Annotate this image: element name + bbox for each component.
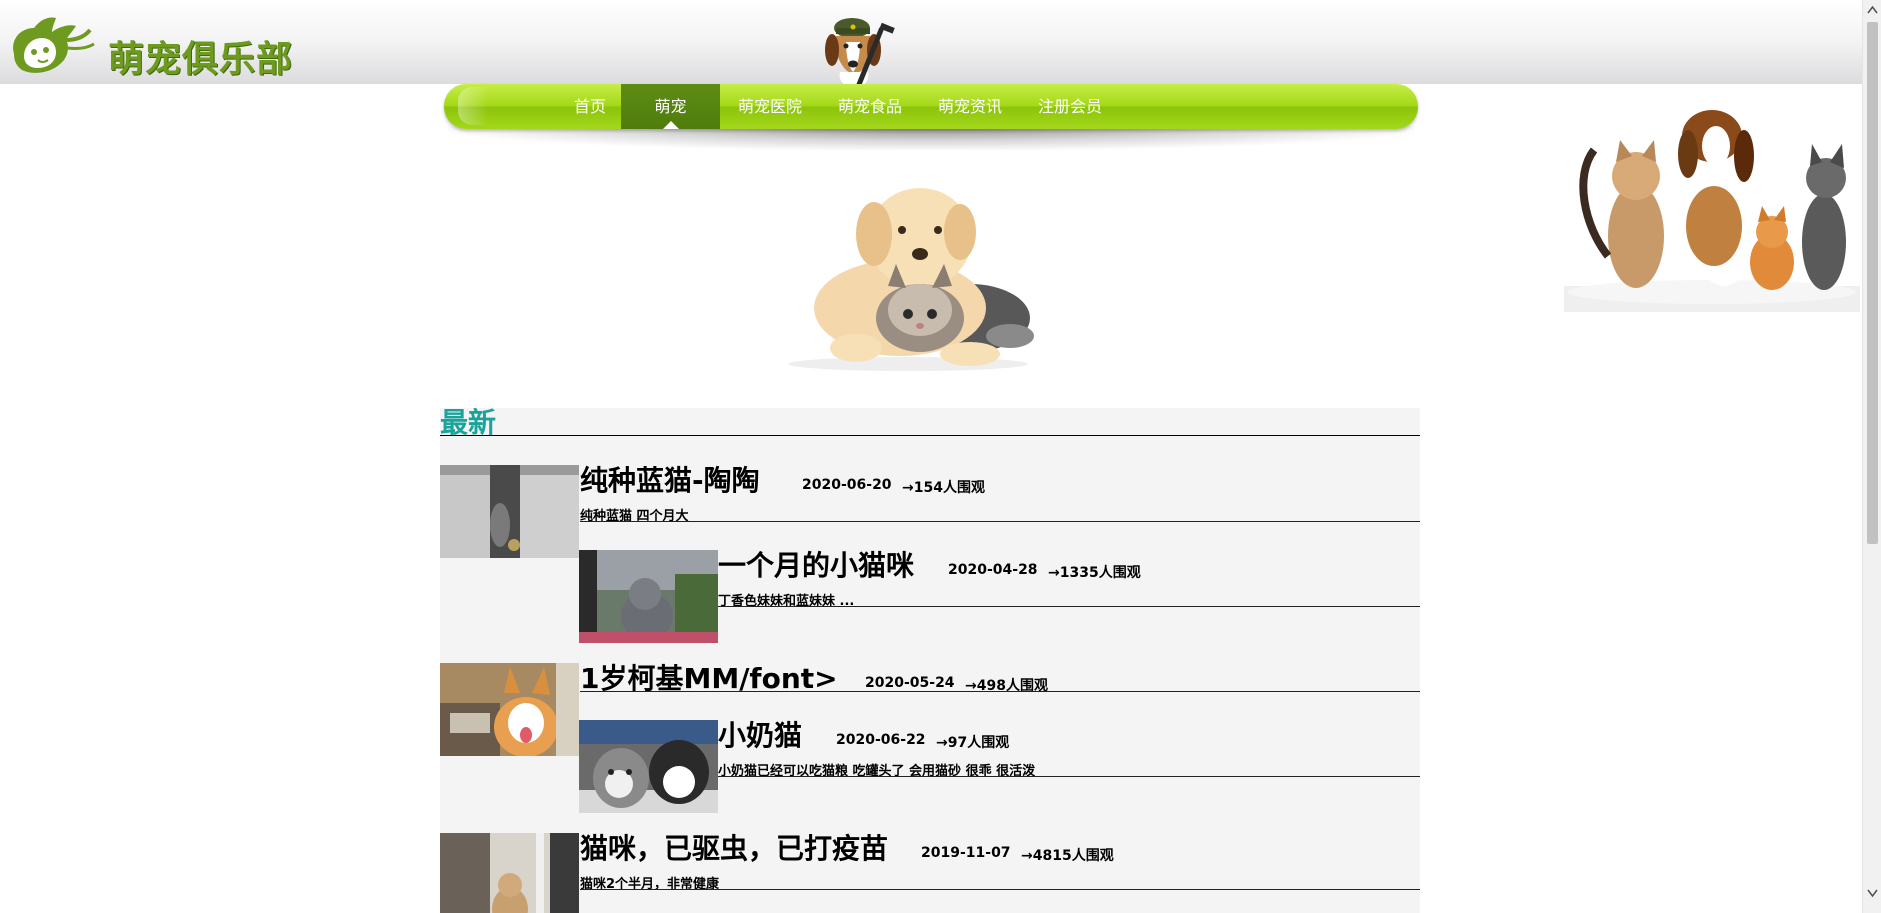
entry-5-thumbnail[interactable] — [440, 833, 579, 913]
entry-4-date: 2020-06-22 — [836, 732, 926, 748]
logo-text: 萌宠俱乐部 — [108, 38, 294, 80]
entry-1-divider — [580, 521, 1420, 522]
entry-1-thumbnail[interactable] — [440, 465, 579, 558]
chevron-down-icon[interactable] — [1865, 885, 1880, 901]
entry-5-views: →4815人围观 — [1021, 848, 1114, 864]
entry-2-divider — [718, 606, 1420, 607]
nav-item-hospital[interactable]: 萌宠医院 — [720, 84, 820, 129]
nav-item-news[interactable]: 萌宠资讯 — [920, 84, 1020, 129]
entry-4-divider — [718, 776, 1420, 777]
news-panel: 最新 纯种蓝猫-陶陶 2020-06-20 →154人围观 纯种蓝猫 四个月大 — [440, 408, 1420, 913]
vertical-scrollbar[interactable] — [1862, 0, 1881, 913]
entry-1-views: →154人围观 — [902, 480, 985, 496]
nav-cap — [458, 87, 488, 125]
entry-3-views: →498人围观 — [965, 678, 1048, 694]
beagle-soldier-icon — [824, 8, 904, 90]
site-logo[interactable]: 萌宠俱乐部 — [4, 10, 304, 80]
hero-puppy-kitten-image — [770, 168, 1046, 372]
entry-2-title[interactable]: 一个月的小猫咪 — [718, 544, 914, 584]
header-bar: 萌宠俱乐部 — [0, 0, 1862, 88]
scrollbar-thumb[interactable] — [1867, 22, 1878, 544]
nav-item-food[interactable]: 萌宠食品 — [820, 84, 920, 129]
entry-3-date: 2020-05-24 — [865, 675, 955, 691]
entry-5-divider — [580, 889, 1420, 890]
entry-2-views: →1335人围观 — [1048, 565, 1141, 581]
entry-2-thumbnail[interactable] — [579, 550, 718, 643]
entry-5-date: 2019-11-07 — [921, 845, 1011, 861]
side-cats-dog-image — [1564, 106, 1860, 312]
entry-3-thumbnail[interactable] — [440, 663, 579, 756]
nav-item-register[interactable]: 注册会员 — [1020, 84, 1120, 129]
page: 萌宠俱乐部 首页 萌宠 萌宠医院 萌宠食品 萌宠资讯 注册会员 最新 纯种蓝猫-… — [0, 0, 1881, 913]
entry-4-thumbnail[interactable] — [579, 720, 718, 813]
entry-5-title[interactable]: 猫咪，已驱虫，已打疫苗 — [580, 827, 888, 867]
cat-dog-logo-icon — [13, 17, 95, 73]
news-heading: 最新 — [440, 408, 1420, 438]
entry-1-title[interactable]: 纯种蓝猫-陶陶 — [580, 459, 760, 499]
entry-4-views: →97人围观 — [936, 735, 1010, 751]
nav-shadow — [448, 126, 1414, 150]
entry-3-divider — [580, 691, 1420, 692]
entry-2-date: 2020-04-28 — [948, 562, 1038, 578]
chevron-up-icon[interactable] — [1865, 2, 1880, 18]
nav-item-pets[interactable]: 萌宠 — [621, 84, 720, 129]
main-nav: 首页 萌宠 萌宠医院 萌宠食品 萌宠资讯 注册会员 — [444, 84, 1418, 129]
entry-1-date: 2020-06-20 — [802, 477, 892, 493]
entry-4-title[interactable]: 小奶猫 — [718, 714, 802, 754]
